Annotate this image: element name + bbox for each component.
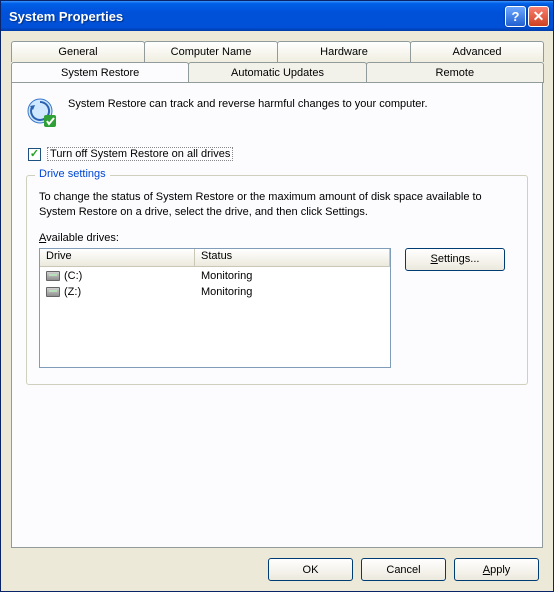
cancel-button[interactable]: Cancel [361,558,446,581]
tab-advanced[interactable]: Advanced [410,41,544,62]
apply-button[interactable]: Apply [454,558,539,581]
intro-text: System Restore can track and reverse har… [68,97,528,129]
group-description: To change the status of System Restore o… [39,190,515,220]
col-drive[interactable]: Drive [40,249,195,266]
turnoff-checkbox[interactable]: ✓ [28,148,41,161]
tab-computer-name[interactable]: Computer Name [144,41,278,62]
drive-area: Drive Status (C:) Monitoring [39,248,515,368]
drive-cell: (C:) [40,270,195,282]
ok-button[interactable]: OK [268,558,353,581]
settings-button[interactable]: Settings... [405,248,505,271]
drive-status: Monitoring [195,270,390,282]
system-properties-window: System Properties ? ✕ General Computer N… [0,0,554,592]
drive-name: (C:) [64,270,82,282]
turnoff-checkbox-row[interactable]: ✓ Turn off System Restore on all drives [28,147,528,161]
checkmark-icon: ✓ [30,149,39,160]
tab-panel-system-restore: System Restore can track and reverse har… [11,82,543,548]
titlebar: System Properties ? ✕ [1,1,553,31]
window-title: System Properties [9,9,505,24]
listview-header: Drive Status [40,249,390,267]
drive-row[interactable]: (C:) Monitoring [40,268,390,284]
intro-row: System Restore can track and reverse har… [26,97,528,129]
drive-icon [46,271,60,281]
settings-button-wrap: Settings... [405,248,515,368]
listview-body: (C:) Monitoring (Z:) Monitoring [40,267,390,367]
client-area: General Computer Name Hardware Advanced … [1,31,553,591]
available-drives-label: Available drives: [39,232,515,244]
drive-status: Monitoring [195,286,390,298]
tab-remote[interactable]: Remote [366,62,544,83]
system-restore-icon [26,97,58,129]
drive-icon [46,287,60,297]
tabstrip: General Computer Name Hardware Advanced … [11,41,543,83]
tab-row-2: System Restore Automatic Updates Remote [11,62,543,83]
tab-hardware[interactable]: Hardware [277,41,411,62]
drive-cell: (Z:) [40,286,195,298]
titlebar-buttons: ? ✕ [505,6,549,27]
drive-row[interactable]: (Z:) Monitoring [40,284,390,300]
tab-automatic-updates[interactable]: Automatic Updates [188,62,366,83]
col-status[interactable]: Status [195,249,390,266]
group-title: Drive settings [35,168,110,180]
dialog-button-row: OK Cancel Apply [11,548,543,581]
close-button[interactable]: ✕ [528,6,549,27]
help-button[interactable]: ? [505,6,526,27]
drive-settings-group: Drive settings To change the status of S… [26,175,528,385]
tab-row-1: General Computer Name Hardware Advanced [11,41,543,62]
drives-listview[interactable]: Drive Status (C:) Monitoring [39,248,391,368]
drive-name: (Z:) [64,286,81,298]
tab-general[interactable]: General [11,41,145,62]
tab-system-restore[interactable]: System Restore [11,62,189,83]
turnoff-checkbox-label: Turn off System Restore on all drives [47,147,233,161]
